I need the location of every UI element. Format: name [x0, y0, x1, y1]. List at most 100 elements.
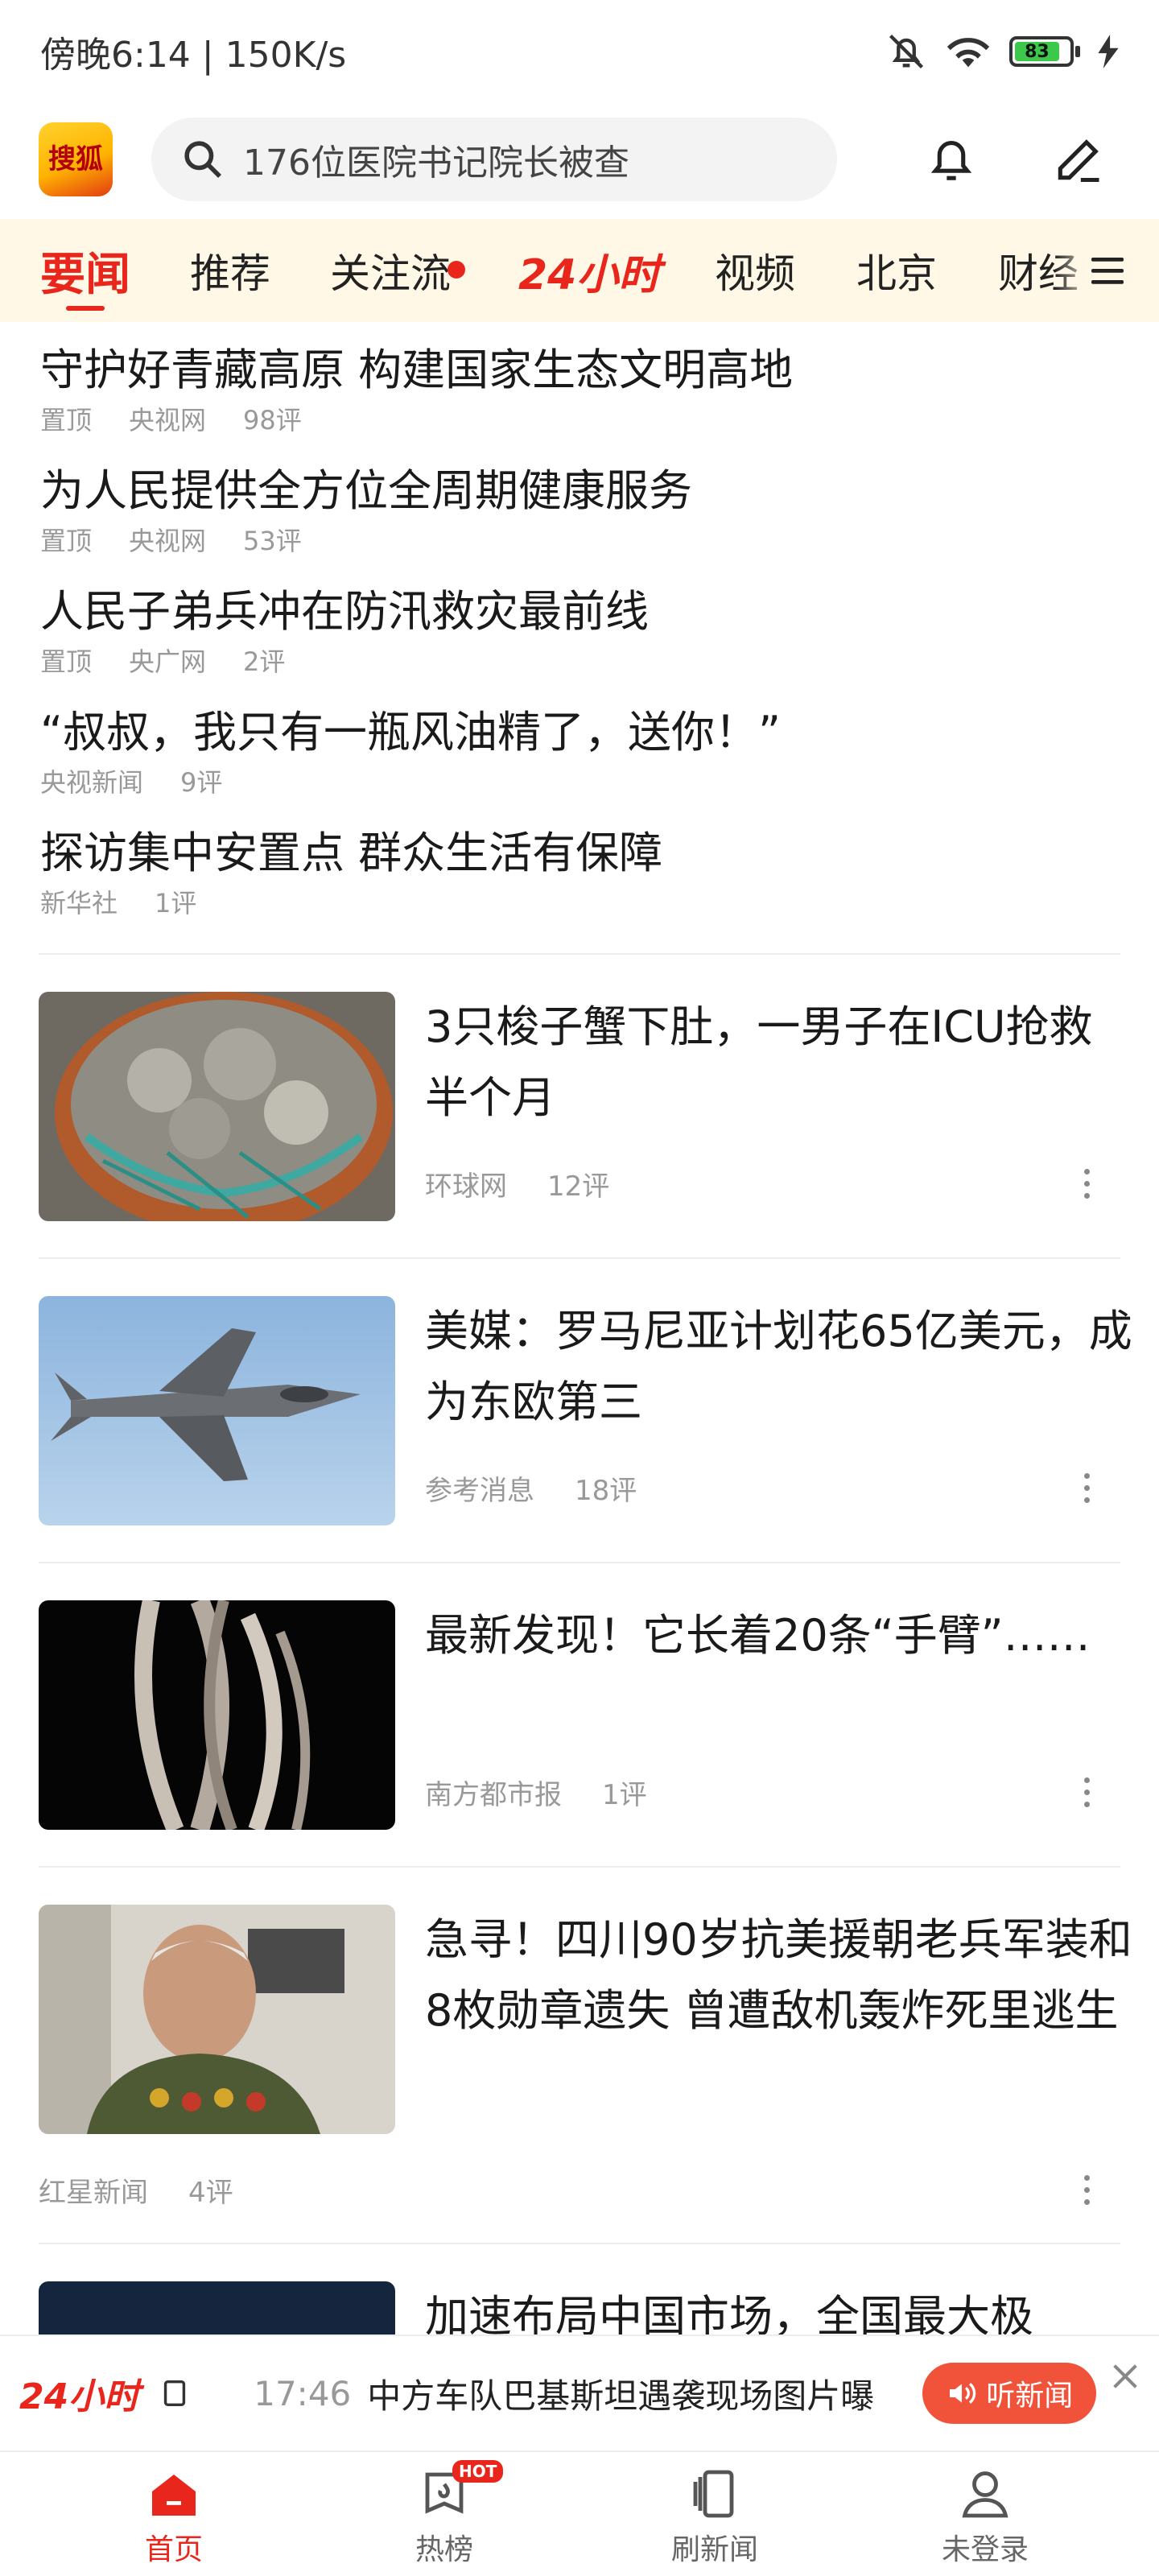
- status-icons: 83: [885, 31, 1119, 72]
- tab-label-wrap: 关注流: [330, 242, 465, 299]
- comment-count: 1评: [602, 1779, 647, 1811]
- compose-pen-icon[interactable]: [1046, 127, 1111, 192]
- nav-label: 未登录: [941, 2533, 1029, 2566]
- story-title: 人民子弟兵冲在防汛救灾最前线: [40, 586, 649, 637]
- sohu-logo[interactable]: 搜狐: [39, 122, 113, 196]
- top-story[interactable]: 为人民提供全方位全周期健康服务 置顶 央视网 53评: [40, 465, 1119, 558]
- nav-profile[interactable]: 未登录: [905, 2465, 1066, 2568]
- more-options-icon[interactable]: [1070, 2165, 1103, 2214]
- channel-menu-button[interactable]: [1054, 219, 1159, 322]
- sea-creature-thumbnail: [39, 1600, 395, 1830]
- story-title: 探访集中安置点 群众生活有保障: [40, 828, 663, 878]
- status-time-network: 傍晚6:14 | 150K/s: [40, 35, 347, 76]
- home-icon: [145, 2465, 203, 2523]
- battery-level: 83: [1015, 42, 1059, 62]
- ticker-headline: 中方车队巴基斯坦遇袭现场图片曝: [367, 2376, 875, 2416]
- top-story[interactable]: “叔叔，我只有一瓶风油精了，送你！” 央视新闻 9评: [40, 707, 1119, 799]
- mute-bell-icon: [889, 34, 924, 69]
- story-title: 为人民提供全方位全周期健康服务: [40, 465, 692, 516]
- news-card[interactable]: 加速布局中国市场，全国最大极: [39, 2281, 1120, 2334]
- story-meta: 环球网 12评: [425, 1164, 609, 1203]
- divider: [39, 1562, 1120, 1563]
- story-title: 急寻！四川90岁抗美援朝老兵军装和8枚勋章遗失 曾遭敌机轰炸死里逃生: [425, 1914, 1132, 2036]
- tab-video[interactable]: 视频: [715, 219, 795, 322]
- pin-label: 置顶: [40, 646, 93, 677]
- story-source: 央广网: [129, 646, 207, 677]
- top-story[interactable]: 人民子弟兵冲在防汛救灾最前线 置顶 央广网 2评: [40, 586, 1119, 679]
- hot-badge: HOT: [452, 2460, 504, 2483]
- charging-bolt-icon: [1098, 35, 1119, 68]
- story-meta: 新华社 1评: [40, 883, 1119, 920]
- status-bar: 傍晚6:14 | 150K/s 83: [0, 0, 1159, 103]
- more-options-icon[interactable]: [1070, 1768, 1103, 1816]
- top-story[interactable]: 探访集中安置点 群众生活有保障 新华社 1评: [40, 828, 1119, 920]
- story-meta: 红星新闻 4评: [39, 2170, 233, 2210]
- tab-label: 视频: [715, 250, 795, 297]
- story-title: 加速布局中国市场，全国最大极: [425, 2291, 1033, 2334]
- more-options-icon[interactable]: [1070, 1463, 1103, 1512]
- nav-refresh-news[interactable]: 刷新闻: [634, 2465, 795, 2568]
- story-source: 参考消息: [425, 1475, 534, 1507]
- wifi-icon: [947, 38, 990, 68]
- tab-label: 要闻: [40, 248, 130, 301]
- nav-hot-list[interactable]: HOT 热榜: [364, 2460, 525, 2568]
- battery-icon: 83: [1009, 36, 1080, 67]
- story-title: “叔叔，我只有一瓶风油精了，送你！”: [40, 707, 781, 758]
- story-title: 守护好青藏高原 构建国家生态文明高地: [40, 345, 794, 395]
- comment-count: 18评: [575, 1475, 637, 1507]
- divider: [39, 2243, 1120, 2244]
- app-header: 搜狐 176位医院书记院长被查: [0, 103, 1159, 216]
- tab-recommend[interactable]: 推荐: [190, 219, 270, 322]
- bottom-nav: 首页 HOT 热榜 刷新闻 未登录: [0, 2450, 1159, 2576]
- news-card[interactable]: 最新发现！它长着20条“手臂”…… 南方都市报 1评: [39, 1600, 1120, 1834]
- cards-icon: [686, 2465, 744, 2523]
- comment-count: 9评: [180, 766, 223, 798]
- story-meta: 央视新闻 9评: [40, 762, 1119, 799]
- nav-label: 热榜: [415, 2533, 473, 2566]
- story-source: 央视新闻: [40, 766, 144, 798]
- story-meta: 置顶 央广网 2评: [40, 642, 1119, 679]
- news-card[interactable]: 急寻！四川90岁抗美援朝老兵军装和8枚勋章遗失 曾遭敌机轰炸死里逃生 红星新闻 …: [39, 1905, 1132, 2227]
- pin-label: 置顶: [40, 404, 93, 436]
- crab-thumbnail: [39, 992, 395, 1221]
- headphone-icon: [164, 2380, 186, 2406]
- more-options-icon[interactable]: [1070, 1159, 1103, 1208]
- ticker-24h-logo: 24小时: [19, 2376, 140, 2417]
- speaker-icon: [950, 2383, 976, 2404]
- story-source: 环球网: [425, 1170, 507, 1203]
- tab-label: 推荐: [190, 250, 270, 297]
- search-input[interactable]: 176位医院书记院长被查: [151, 118, 837, 201]
- close-icon[interactable]: [1109, 2360, 1141, 2392]
- story-title: 美媒：罗马尼亚计划花65亿美元，成为东欧第三: [425, 1306, 1132, 1427]
- tab-24hours[interactable]: 24小时: [518, 219, 660, 322]
- menu-icon: [1091, 258, 1124, 284]
- comment-count: 98评: [243, 404, 302, 436]
- story-title: 最新发现！它长着20条“手臂”……: [425, 1610, 1091, 1661]
- search-icon: [184, 141, 221, 178]
- comment-count: 12评: [547, 1170, 610, 1203]
- notification-bell-icon[interactable]: [919, 127, 984, 192]
- story-source: 新华社: [40, 887, 118, 919]
- tab-follow[interactable]: 关注流: [330, 219, 465, 322]
- tab-beijing[interactable]: 北京: [856, 219, 937, 322]
- comment-count: 2评: [243, 646, 286, 677]
- listen-news-button[interactable]: 听新闻: [922, 2363, 1097, 2424]
- tab-label: 24小时: [518, 250, 661, 299]
- story-source: 红星新闻: [39, 2177, 148, 2209]
- news-card[interactable]: 美媒：罗马尼亚计划花65亿美元，成为东欧第三 参考消息 18评: [39, 1296, 1132, 1530]
- news-card[interactable]: 3只梭子蟹下肚，一男子在ICU抢救半个月 环球网 12评: [39, 992, 1120, 1225]
- user-icon: [956, 2465, 1014, 2523]
- fighter-jet-thumbnail: [39, 1296, 395, 1525]
- comment-count: 4评: [188, 2177, 233, 2209]
- nav-home[interactable]: 首页: [93, 2465, 254, 2568]
- tab-label: 关注流: [330, 250, 451, 297]
- story-title: 3只梭子蟹下肚，一男子在ICU抢救半个月: [425, 1001, 1093, 1123]
- news-ticker[interactable]: 24小时 17:46 中方车队巴基斯坦遇袭现场图片曝 听新闻: [0, 2334, 1159, 2450]
- divider: [39, 1257, 1120, 1259]
- divider: [39, 1866, 1120, 1868]
- comment-count: 1评: [155, 887, 197, 919]
- tab-yaowen[interactable]: 要闻: [40, 219, 130, 322]
- dark-thumbnail: [39, 2281, 395, 2334]
- veteran-thumbnail: [39, 1905, 395, 2134]
- top-story[interactable]: 守护好青藏高原 构建国家生态文明高地 置顶 央视网 98评: [40, 345, 1119, 437]
